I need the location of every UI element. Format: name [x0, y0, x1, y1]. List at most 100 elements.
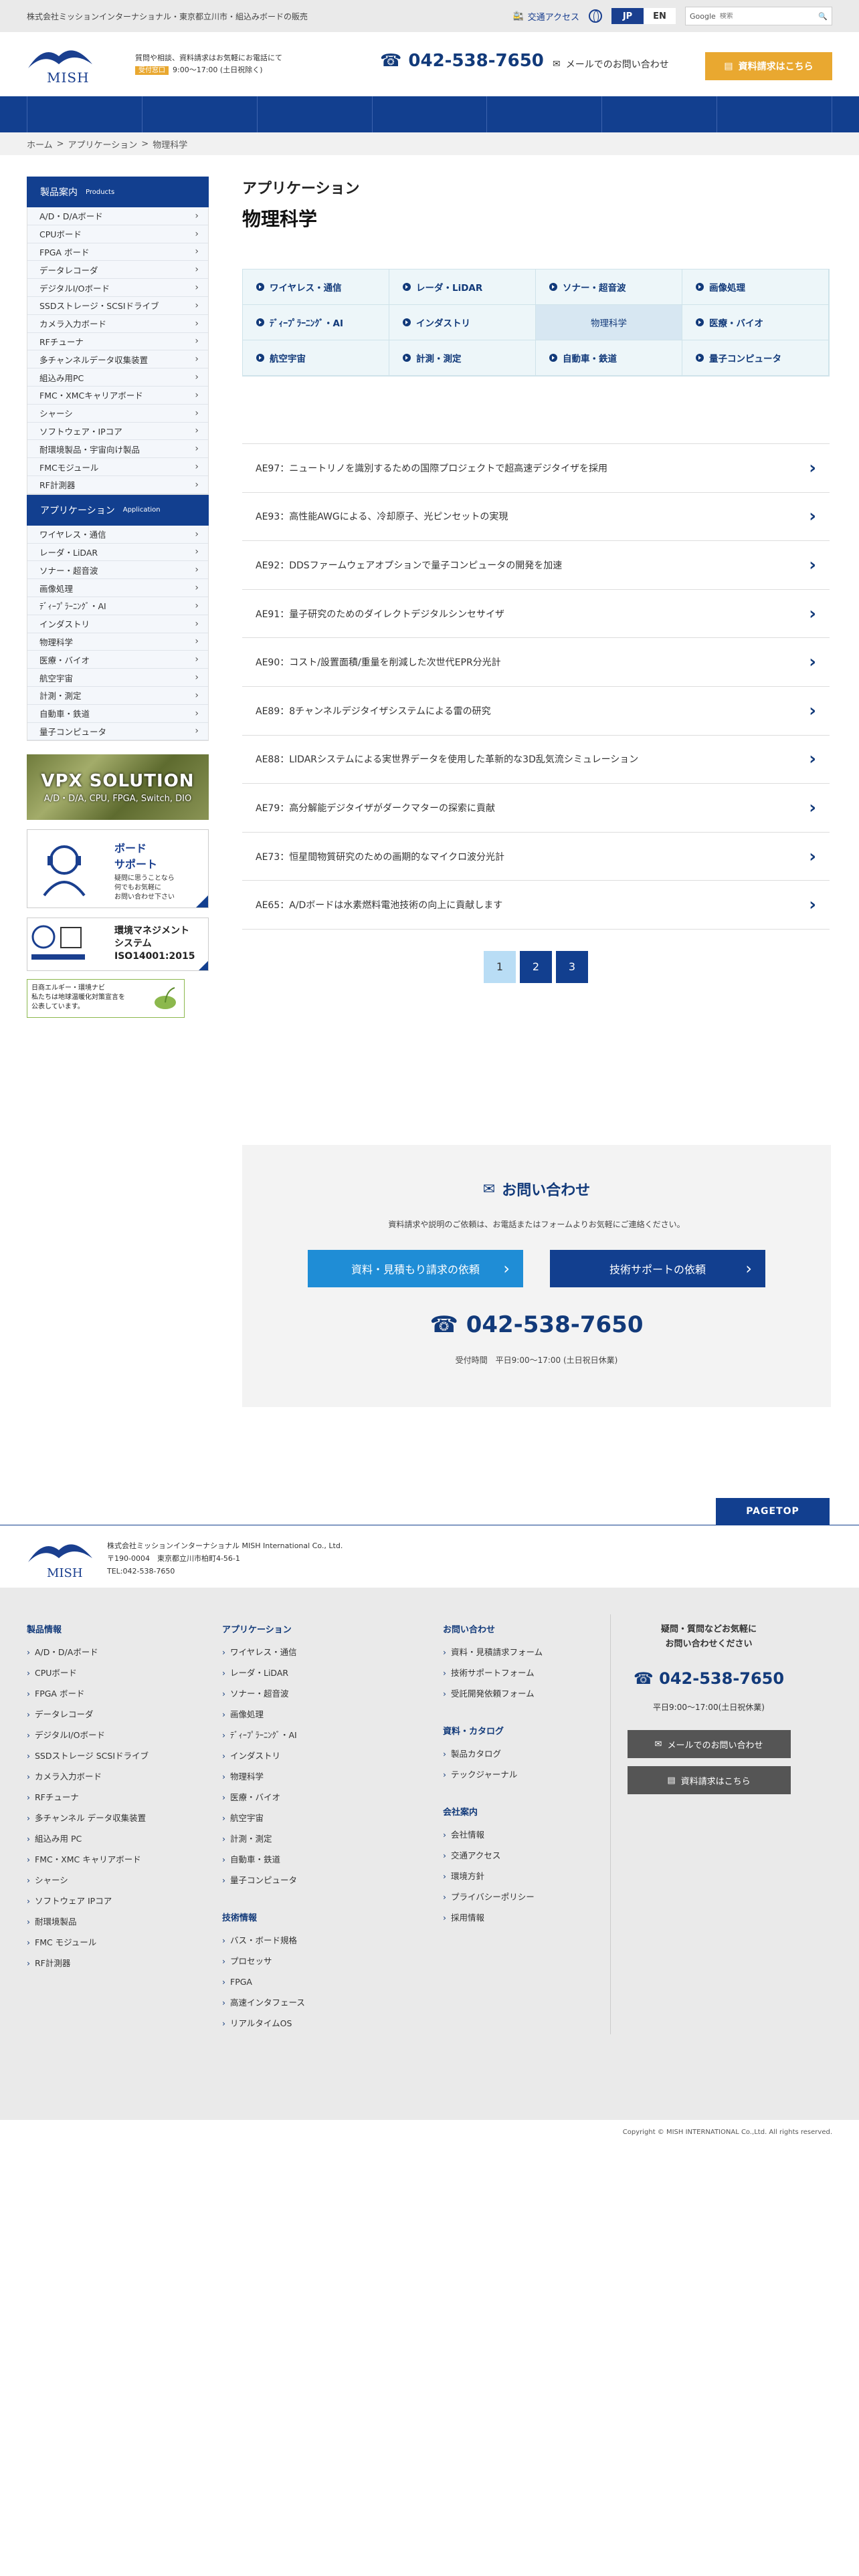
article-item[interactable]: AE79：高分解能デジタイザがダークマターの探索に貢献	[242, 784, 830, 833]
sidebar-app-item[interactable]: 量子コンピュータ	[27, 722, 208, 741]
article-item[interactable]: AE65：A/Dボードは水素燃料電池技術の向上に貢献します	[242, 881, 830, 930]
nav-item[interactable]	[142, 96, 258, 132]
footer-link[interactable]: 高速インタフェース	[222, 1992, 305, 2013]
mail-contact-link[interactable]: ✉ メールでのお問い合わせ	[553, 58, 669, 71]
sidebar-app-item[interactable]: 計測・測定	[27, 686, 208, 705]
footer-link[interactable]: レーダ・LiDAR	[222, 1662, 305, 1683]
footer-link[interactable]: プライバシーポリシー	[443, 1887, 543, 1907]
sidebar-product-item[interactable]: RFチューナ	[27, 332, 208, 351]
footer-link[interactable]: 組込み用 PC	[27, 1828, 149, 1849]
sidebar-product-item[interactable]: 多チャンネルデータ収集装置	[27, 350, 208, 369]
lang-jp[interactable]: JP	[611, 8, 644, 24]
footer-link[interactable]: FMC モジュール	[27, 1932, 149, 1953]
access-link[interactable]: 🚉 交通アクセス	[512, 10, 579, 23]
footer-link[interactable]: 医療・バイオ	[222, 1787, 305, 1808]
footer-link[interactable]: バス・ボード規格	[222, 1930, 305, 1951]
footer-link[interactable]: インダストリ	[222, 1745, 305, 1766]
footer-link[interactable]: カメラ入力ボード	[27, 1766, 149, 1787]
footer-link[interactable]: 画像処理	[222, 1704, 305, 1725]
footer-link[interactable]: 航空宇宙	[222, 1808, 305, 1828]
footer-link[interactable]: SSDストレージ SCSIドライブ	[27, 1745, 149, 1766]
footer-mail-button[interactable]: ✉ メールでのお問い合わせ	[627, 1730, 791, 1758]
nav-item[interactable]	[373, 96, 488, 132]
footer-link[interactable]: FMC・XMC キャリアボード	[27, 1849, 149, 1870]
footer-link[interactable]: ソナー・超音波	[222, 1683, 305, 1704]
sidebar-product-item[interactable]: FMCモジュール	[27, 458, 208, 476]
search-icon[interactable]: 🔍	[818, 12, 828, 21]
sidebar-product-item[interactable]: FMC・XMCキャリアボード	[27, 386, 208, 405]
sidebar-product-item[interactable]: FPGA ボード	[27, 243, 208, 261]
breadcrumb-home[interactable]: ホーム	[27, 138, 53, 150]
sidebar-product-item[interactable]: ソフトウェア・IPコア	[27, 422, 208, 441]
article-item[interactable]: AE73：恒星間物質研究のための画期的なマイクロ波分光計	[242, 833, 830, 881]
sidebar-app-item[interactable]: 航空宇宙	[27, 669, 208, 687]
footer-link[interactable]: データレコーダ	[27, 1704, 149, 1725]
footer-link[interactable]: 環境方針	[443, 1866, 543, 1887]
app-cat-item[interactable]: 航空宇宙	[243, 340, 389, 376]
article-item[interactable]: AE91：量子研究のためのダイレクトデジタルシンセサイザ	[242, 590, 830, 639]
article-item[interactable]: AE89：8チャンネルデジタイザシステムによる雷の研究	[242, 687, 830, 736]
sidebar-app-item[interactable]: 自動車・鉄道	[27, 704, 208, 723]
sidebar-app-item[interactable]: 医療・バイオ	[27, 651, 208, 669]
footer-link[interactable]: 計測・測定	[222, 1828, 305, 1849]
footer-link[interactable]: 多チャンネル データ収集装置	[27, 1808, 149, 1828]
footer-link[interactable]: FPGA	[222, 1971, 305, 1992]
sidebar-product-item[interactable]: SSDストレージ・SCSIドライブ	[27, 296, 208, 315]
lang-en[interactable]: EN	[644, 8, 676, 24]
footer-link[interactable]: デジタルI/Oボード	[27, 1725, 149, 1745]
pagetop-button[interactable]: PAGETOP	[716, 1498, 830, 1525]
footer-link[interactable]: 自動車・鉄道	[222, 1849, 305, 1870]
article-item[interactable]: AE88：LIDARシステムによる実世界データを使用した革新的な3D乱気流シミュ…	[242, 736, 830, 784]
nav-item[interactable]	[487, 96, 603, 132]
footer-link[interactable]: ソフトウェア IPコア	[27, 1891, 149, 1911]
board-support-banner[interactable]: ボード サポート 疑問に思うことなら 何でもお気軽に お問い合わせ下さい	[27, 829, 209, 909]
article-item[interactable]: AE90：コスト/設置面積/重量を削減した次世代EPR分光計	[242, 638, 830, 687]
app-cat-item[interactable]: ﾃﾞｨｰﾌﾟﾗｰﾆﾝｸﾞ・AI	[243, 305, 389, 340]
sidebar-product-item[interactable]: シャーシ	[27, 404, 208, 423]
app-cat-item[interactable]: ソナー・超音波	[536, 270, 682, 305]
footer-link[interactable]: FPGA ボード	[27, 1683, 149, 1704]
footer-phone[interactable]: ☎ 042-538-7650	[611, 1669, 807, 1688]
vpx-solution-banner[interactable]: VPX SOLUTION A/D・D/A, CPU, FPGA, Switch,…	[27, 754, 209, 821]
footer-link[interactable]: リアルタイムOS	[222, 2013, 305, 2034]
nav-item[interactable]	[717, 96, 833, 132]
sidebar-product-item[interactable]: RF計測器	[27, 475, 208, 494]
sidebar-app-item[interactable]: ﾃﾞｨｰﾌﾟﾗｰﾆﾝｸﾞ・AI	[27, 597, 208, 615]
page-3-button[interactable]: 3	[556, 950, 588, 983]
sidebar-app-item[interactable]: ソナー・超音波	[27, 561, 208, 580]
article-item[interactable]: AE97：ニュートリノを識別するための国際プロジェクトで超高速デジタイザを採用	[242, 444, 830, 493]
breadcrumb-application[interactable]: アプリケーション	[68, 138, 138, 150]
footer-link[interactable]: 量子コンピュータ	[222, 1870, 305, 1891]
sidebar-app-item[interactable]: レーダ・LiDAR	[27, 543, 208, 562]
contact-phone[interactable]: ☎ 042-538-7650	[242, 1311, 831, 1338]
sidebar-product-item[interactable]: A/D・D/Aボード	[27, 207, 208, 225]
footer-request-button[interactable]: ▤ 資料請求はこちら	[627, 1766, 791, 1794]
footer-link[interactable]: 交通アクセス	[443, 1845, 543, 1866]
footer-link[interactable]: 会社情報	[443, 1824, 543, 1845]
eco-navi-banner[interactable]: 日商エルギー・環境ナビ 私たちは地球温暖化対策宣言を 公表しています。	[27, 979, 185, 1018]
footer-link[interactable]: 物理科学	[222, 1766, 305, 1787]
app-cat-item[interactable]: 医療・バイオ	[682, 305, 829, 340]
footer-link[interactable]: 受託開発依頼フォーム	[443, 1683, 543, 1704]
support-request-button[interactable]: 技術サポートの依頼	[550, 1250, 765, 1287]
app-cat-item[interactable]: 量子コンピュータ	[682, 340, 829, 376]
app-cat-item[interactable]: 計測・測定	[389, 340, 536, 376]
sidebar-product-item[interactable]: CPUボード	[27, 225, 208, 243]
footer-link[interactable]: ﾃﾞｨｰﾌﾟﾗｰﾆﾝｸﾞ・AI	[222, 1725, 305, 1745]
mish-logo[interactable]: MISH	[27, 44, 94, 86]
page-1-button[interactable]: 1	[484, 950, 516, 983]
search-input[interactable]	[719, 12, 819, 20]
footer-link[interactable]: 資料・見積請求フォーム	[443, 1642, 543, 1662]
footer-link[interactable]: ワイヤレス・通信	[222, 1642, 305, 1662]
sidebar-app-item[interactable]: ワイヤレス・通信	[27, 525, 208, 544]
page-2-button[interactable]: 2	[520, 950, 552, 983]
article-item[interactable]: AE93：高性能AWGによる、冷却原子、光ピンセットの実現	[242, 493, 830, 542]
sidebar-product-item[interactable]: データレコーダ	[27, 261, 208, 280]
header-phone[interactable]: ☎ 042-538-7650	[380, 51, 544, 71]
footer-link[interactable]: シャーシ	[27, 1870, 149, 1891]
sidebar-product-item[interactable]: 組込み用PC	[27, 368, 208, 387]
sidebar-app-item[interactable]: 画像処理	[27, 579, 208, 597]
app-cat-item[interactable]: 自動車・鉄道	[536, 340, 682, 376]
request-docs-button[interactable]: ▤ 資料請求はこちら	[705, 52, 832, 80]
article-item[interactable]: AE92：DDSファームウェアオプションで量子コンピュータの開発を加速	[242, 541, 830, 590]
